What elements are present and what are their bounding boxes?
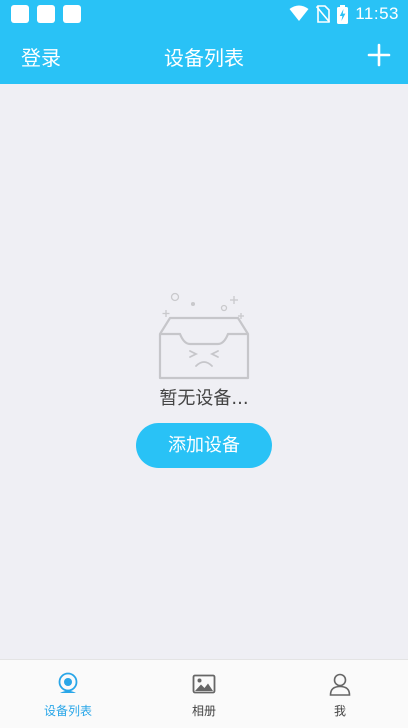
battery-charging-icon bbox=[337, 4, 349, 24]
tab-device-list[interactable]: 设备列表 bbox=[0, 660, 136, 728]
tab-label: 设备列表 bbox=[43, 704, 92, 718]
notification-icon bbox=[11, 5, 29, 23]
add-device-button[interactable]: 添加设备 bbox=[136, 423, 272, 468]
status-bar: 11:53 bbox=[0, 0, 408, 28]
status-indicators: 11:53 bbox=[289, 4, 399, 24]
album-icon bbox=[192, 674, 216, 694]
empty-box-icon bbox=[158, 292, 250, 380]
tab-label: 我 bbox=[333, 704, 346, 718]
tab-me[interactable]: 我 bbox=[272, 660, 408, 728]
status-time: 11:53 bbox=[355, 4, 399, 23]
tab-album[interactable]: 相册 bbox=[136, 660, 272, 728]
app-bar: 登录 设备列表 bbox=[0, 28, 408, 84]
user-icon bbox=[329, 673, 351, 696]
page-title: 设备列表 bbox=[164, 46, 244, 70]
notification-icons bbox=[11, 5, 81, 23]
wifi-icon bbox=[289, 5, 309, 21]
notification-icon bbox=[37, 5, 55, 23]
notification-icon bbox=[63, 5, 81, 23]
camera-icon bbox=[58, 672, 78, 693]
bottom-tab-bar: 设备列表 相册 我 bbox=[0, 659, 408, 728]
no-sim-icon bbox=[316, 5, 331, 23]
tab-label: 相册 bbox=[191, 704, 216, 718]
empty-message: 暂无设备... bbox=[159, 388, 249, 409]
plus-icon[interactable] bbox=[366, 42, 392, 68]
